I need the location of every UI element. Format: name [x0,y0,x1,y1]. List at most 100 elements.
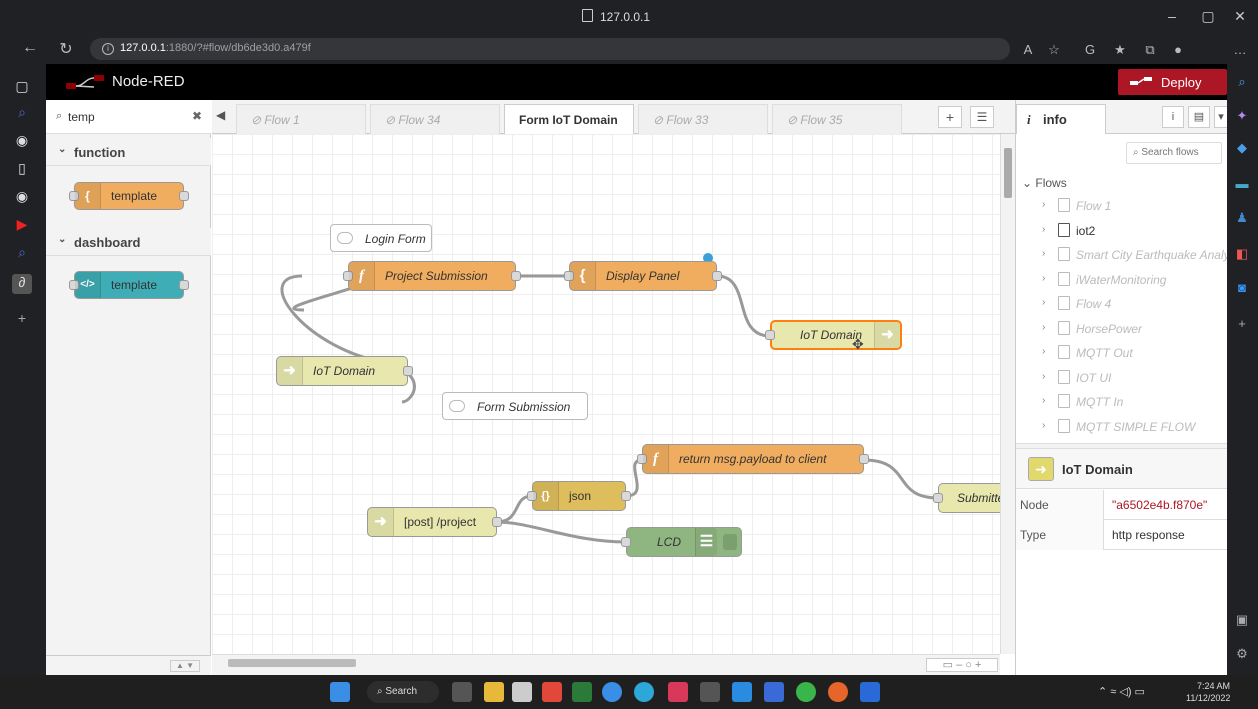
node-display-panel[interactable]: { Display Panel [564,261,722,291]
palette-category-function[interactable]: ⌄ function [46,138,211,166]
favorites-icon[interactable]: ★ [1110,42,1130,58]
flows-heading[interactable]: ⌄ Flows [1022,176,1067,190]
flow-list-item[interactable]: › iWaterMonitoring [1042,270,1227,290]
task-view-icon[interactable] [452,682,472,702]
scroll-left-icon[interactable]: ◀ [216,108,225,122]
add-icon[interactable]: + [1233,316,1251,334]
app-icon[interactable] [732,682,752,702]
node-iot-domain-response[interactable]: IoT Domain ➜ [765,320,902,350]
flow-list-item[interactable]: › Smart City Earthquake Analysis [1042,245,1227,265]
store-icon[interactable] [512,682,532,702]
more-icon[interactable]: … [1230,42,1250,57]
app-icon[interactable] [700,682,720,702]
flow-canvas[interactable]: Login Form f Project Submission { Displa… [212,134,1000,654]
app-icon[interactable] [572,682,592,702]
node-iot-domain-in[interactable]: ➜ IoT Domain [276,356,413,386]
collections-icon[interactable]: ⧉ [1140,42,1160,58]
palette-category-dashboard[interactable]: ⌄ dashboard [46,228,211,256]
horizontal-scroll-thumb[interactable] [228,659,356,667]
zoom-controls[interactable]: ▭ – ○ + [926,658,998,672]
tab-flow-35[interactable]: ⊘ Flow 35 [772,104,902,134]
restore-icon[interactable]: ▢ [1196,8,1220,25]
refresh-icon[interactable]: G [1080,42,1100,57]
add-flow-button[interactable]: + [938,106,962,128]
book-icon[interactable]: ▤ [1188,106,1210,128]
node-json[interactable]: {} json [527,481,631,511]
favorite-icon[interactable]: ☆ [1044,42,1064,58]
comment-login-form[interactable]: Login Form [330,224,432,252]
palette-node-dashboard-template[interactable]: </> template [69,271,189,299]
search-flows-input[interactable]: ⌕ Search flows [1126,142,1222,164]
youtube-icon[interactable]: ▶ [12,216,32,236]
collapse-all-button[interactable]: ▲ ▼ [170,660,200,672]
tab-flow-33[interactable]: ⊘ Flow 33 [638,104,768,134]
comment-form-submission[interactable]: Form Submission [442,392,588,420]
minimize-icon[interactable]: – [1160,8,1184,24]
node-button[interactable] [723,534,737,550]
word-icon[interactable] [860,682,880,702]
search-icon[interactable]: ⌕ [12,104,32,124]
vertical-scrollbar[interactable] [1000,134,1015,654]
system-tray[interactable]: ⌃ ≈ ◁) ▭ [1098,685,1145,698]
edge-icon[interactable] [634,682,654,702]
briefcase-icon[interactable]: ▬ [1233,176,1251,194]
app-icon[interactable] [764,682,784,702]
search-icon[interactable]: ⌕ [1233,74,1251,92]
clock[interactable]: 7:24 AM 11/12/2022 [1186,680,1230,704]
whatsapp-icon[interactable] [796,682,816,702]
list-flows-button[interactable]: ☰ [970,106,994,128]
more-tabs-icon[interactable]: ▾ [1214,106,1227,128]
flow-list-item[interactable]: › IOT UI [1042,368,1227,388]
palette-search[interactable]: ⌕ temp ✖ [46,100,211,134]
tab-actions-icon[interactable]: ▢ [12,78,32,98]
file-explorer-icon[interactable] [484,682,504,702]
telegram-icon[interactable] [602,682,622,702]
tag-icon[interactable]: ◆ [1233,140,1251,158]
flow-list-item[interactable]: › MQTT In [1042,392,1227,412]
document-icon[interactable]: ▯ [12,160,32,180]
copilot-icon[interactable]: ✦ [1233,108,1251,126]
active-tab-icon[interactable]: ∂ [12,274,32,294]
node-project-submission[interactable]: f Project Submission [343,261,521,291]
flow-list-item[interactable]: › HorsePower [1042,319,1227,339]
close-icon[interactable]: ✕ [1228,8,1252,25]
info-button[interactable]: i [1162,106,1184,128]
node-return-msg[interactable]: f return msg.payload to client [637,444,869,474]
property-value[interactable]: "a6502e4b.f870e" [1112,498,1207,512]
back-icon[interactable]: ← [20,39,40,57]
settings-icon[interactable]: ⚙ [1233,646,1251,664]
tab-flow-34[interactable]: ⊘ Flow 34 [370,104,500,134]
taskbar-search[interactable]: ⌕ Search [367,681,439,703]
profile-icon[interactable]: ● [1168,42,1188,57]
node-post-project[interactable]: ➜ [post] /project [367,507,502,537]
start-icon[interactable] [330,682,350,702]
outlook-icon[interactable]: ◙ [1233,280,1251,298]
flow-list-item[interactable]: › MQTT SIMPLE FLOW [1042,417,1227,437]
reload-icon[interactable]: ↻ [56,39,76,59]
office-icon[interactable]: ◧ [1233,246,1251,264]
read-aloud-icon[interactable]: A [1018,42,1038,57]
deploy-button[interactable]: Deploy [1118,69,1227,95]
tab-form-iot-domain[interactable]: Form IoT Domain [504,104,634,135]
games-icon[interactable]: ♟ [1233,210,1251,228]
clear-search-icon[interactable]: ✖ [192,109,202,123]
flow-list-item[interactable]: › Flow 4 [1042,294,1227,314]
app-icon[interactable] [668,682,688,702]
tab-flow-1[interactable]: ⊘ Flow 1 [236,104,366,134]
horizontal-scrollbar[interactable] [212,654,1000,675]
node-submitted[interactable]: Submitted [933,483,1000,513]
github-icon[interactable]: ◉ [12,132,32,152]
github-icon[interactable]: ◉ [12,188,32,208]
flow-list-item[interactable]: › MQTT Out [1042,343,1227,363]
site-info-icon[interactable]: i [102,43,114,55]
sidebar-toggle-icon[interactable]: ▣ [1233,612,1251,630]
flow-list-item[interactable]: › Flow 1 [1042,196,1227,216]
vertical-scroll-thumb[interactable] [1004,148,1012,198]
firefox-icon[interactable] [828,682,848,702]
node-lcd[interactable]: LCD ☰ [621,527,742,557]
tab-info[interactable]: i info [1016,104,1106,134]
address-bar[interactable]: i 127.0.0.1:1880/?#flow/db6de3d0.a479f [90,38,1010,60]
flow-list-item[interactable]: › iot2 [1042,221,1227,241]
office-icon[interactable] [542,682,562,702]
palette-node-function-template[interactable]: { template [69,182,189,210]
